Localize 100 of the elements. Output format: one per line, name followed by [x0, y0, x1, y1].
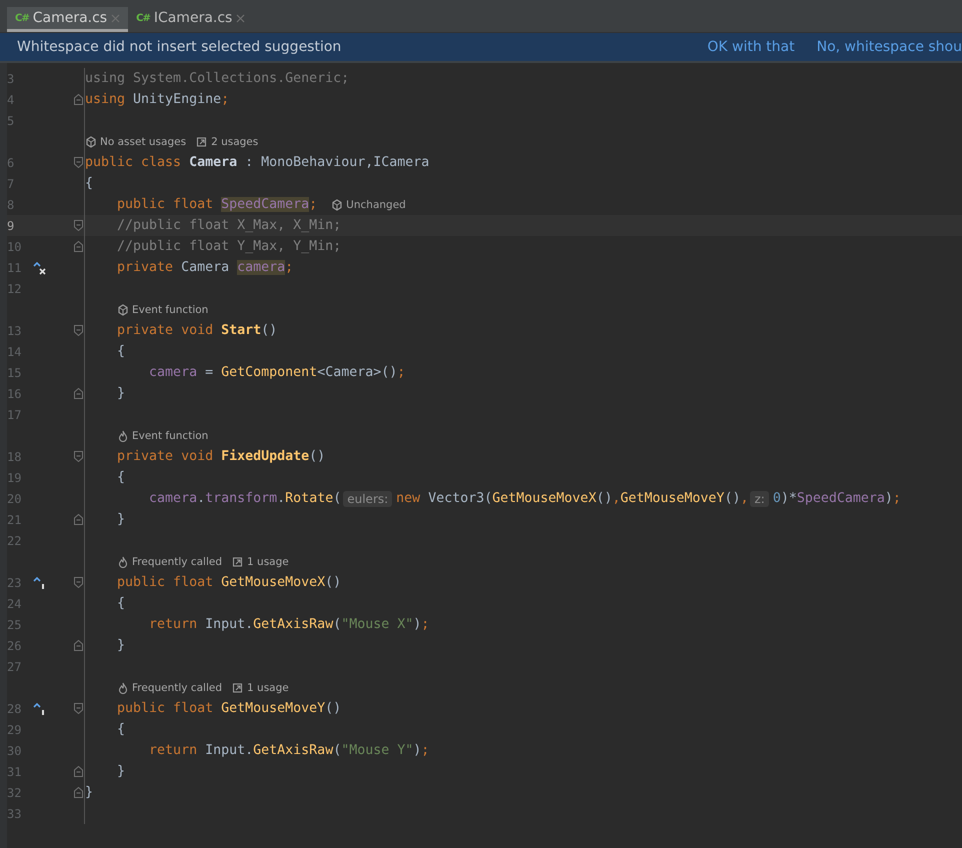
flame-icon	[117, 682, 129, 694]
code-lens-hint[interactable]: 2 usages	[196, 136, 258, 148]
fold-icon	[74, 157, 83, 168]
code-lens-hint[interactable]: Frequently called	[117, 682, 222, 694]
code-text: private void FixedUpdate()	[116, 449, 326, 464]
fold-icon	[74, 451, 83, 462]
code-lens-hint[interactable]: 1 usage	[232, 682, 289, 694]
line-number: 12	[7, 282, 22, 296]
close-icon	[111, 14, 120, 22]
line-number: 24	[7, 596, 22, 610]
external-link-icon	[232, 682, 244, 694]
fold-icon	[74, 94, 83, 105]
line-number: 7	[7, 176, 16, 190]
line-number: 30	[7, 744, 22, 758]
line-number: 26	[7, 638, 22, 652]
editor-tab[interactable]: C# Camera.cs	[7, 7, 128, 32]
line-number: 23	[7, 576, 22, 590]
line-number: 28	[7, 702, 22, 716]
code-lens-hint[interactable]: Event function	[117, 430, 208, 442]
line-number: 14	[7, 344, 22, 358]
parameter-hint: z:	[750, 490, 769, 506]
external-link-icon	[196, 136, 208, 148]
line-number: 31	[7, 764, 22, 778]
line-number: 4	[7, 92, 16, 106]
close-icon	[236, 14, 246, 22]
code-lens-hint[interactable]: Unchanged	[331, 198, 406, 210]
code-text: {	[116, 596, 126, 611]
notification-message: Whitespace did not insert selected suggestion	[17, 39, 342, 55]
line-number: 16	[7, 386, 22, 400]
code-text: private Camera camera;	[116, 260, 294, 275]
fold-icon	[74, 325, 83, 336]
fold-icon	[74, 388, 83, 399]
fold-icon	[74, 766, 83, 777]
parameter-hint: eulers:	[343, 490, 392, 506]
hides-member-icon	[33, 260, 47, 274]
line-number: 10	[7, 240, 22, 254]
code-text: public float SpeedCamera;	[116, 197, 318, 212]
code-text: public class Camera : MonoBehaviour,ICamera	[85, 155, 430, 170]
line-number: 11	[7, 260, 22, 274]
csharp-file-icon: C#	[15, 12, 29, 24]
flame-icon	[117, 430, 129, 442]
code-text: }	[116, 512, 126, 527]
fold-icon	[74, 220, 83, 231]
code-text: using UnityEngine;	[85, 92, 230, 107]
fold-icon	[74, 241, 83, 252]
flame-icon	[117, 556, 129, 568]
code-text: }	[116, 638, 126, 653]
code-text: 0)*SpeedCamera);	[772, 491, 901, 506]
line-number: 21	[7, 512, 22, 526]
code-text: return Input.GetAxisRaw("Mouse Y");	[148, 743, 430, 758]
code-text: }	[116, 764, 126, 779]
code-text: using System.Collections.Generic;	[85, 71, 350, 86]
notification-link[interactable]: OK with that	[707, 39, 795, 55]
line-number: 8	[7, 198, 16, 212]
code-lens-hint[interactable]: No asset usages	[85, 136, 186, 148]
external-link-icon	[232, 556, 244, 568]
code-text: public float GetMouseMoveY()	[116, 701, 342, 716]
line-number: 32	[7, 786, 22, 800]
code-text: camera = GetComponent<Camera>();	[148, 365, 406, 380]
fold-icon	[74, 703, 83, 714]
code-lens-hint[interactable]: Frequently called	[117, 556, 222, 568]
line-number: 5	[7, 114, 16, 128]
code-lens-hint[interactable]: Event function	[117, 304, 208, 316]
code-text: private void Start()	[116, 323, 278, 338]
code-text: camera.transform.Rotate(	[148, 491, 342, 506]
implements-icon	[33, 576, 47, 590]
csharp-file-icon: C#	[136, 12, 150, 24]
editor-tab[interactable]: C# ICamera.cs	[128, 7, 254, 32]
line-number: 22	[7, 534, 22, 548]
code-text: //public float Y_Max, Y_Min;	[116, 239, 342, 254]
code-text: }	[116, 386, 126, 401]
code-lens-hint[interactable]: 1 usage	[232, 556, 289, 568]
line-number: 29	[7, 722, 22, 736]
line-number: 19	[7, 470, 22, 484]
line-number: 20	[7, 492, 22, 506]
line-number: 18	[7, 450, 22, 464]
implements-icon	[33, 702, 47, 716]
line-number: 9	[7, 218, 16, 232]
line-number: 17	[7, 408, 22, 422]
fold-icon	[74, 577, 83, 588]
code-text: new Vector3(GetMouseMoveX(),GetMouseMoveY(),	[396, 491, 748, 506]
line-number: 33	[7, 806, 22, 820]
fold-icon	[74, 787, 83, 798]
fold-icon	[74, 640, 83, 651]
code-text: //public float X_Max, X_Min;	[116, 218, 342, 233]
code-text: {	[116, 470, 126, 485]
code-text: {	[116, 722, 126, 737]
code-text: {	[85, 176, 94, 191]
line-number: 15	[7, 366, 22, 380]
line-number: 25	[7, 618, 22, 632]
line-number: 27	[7, 660, 22, 674]
line-number: 3	[7, 72, 16, 86]
code-text: public float GetMouseMoveX()	[116, 575, 342, 590]
line-number: 13	[7, 324, 22, 338]
code-text: {	[116, 344, 126, 359]
code-text: return Input.GetAxisRaw("Mouse X");	[148, 617, 430, 632]
notification-link[interactable]: No, whitespace shou	[816, 39, 962, 55]
code-text: }	[85, 785, 94, 800]
line-number: 6	[7, 156, 16, 170]
fold-icon	[74, 514, 83, 525]
